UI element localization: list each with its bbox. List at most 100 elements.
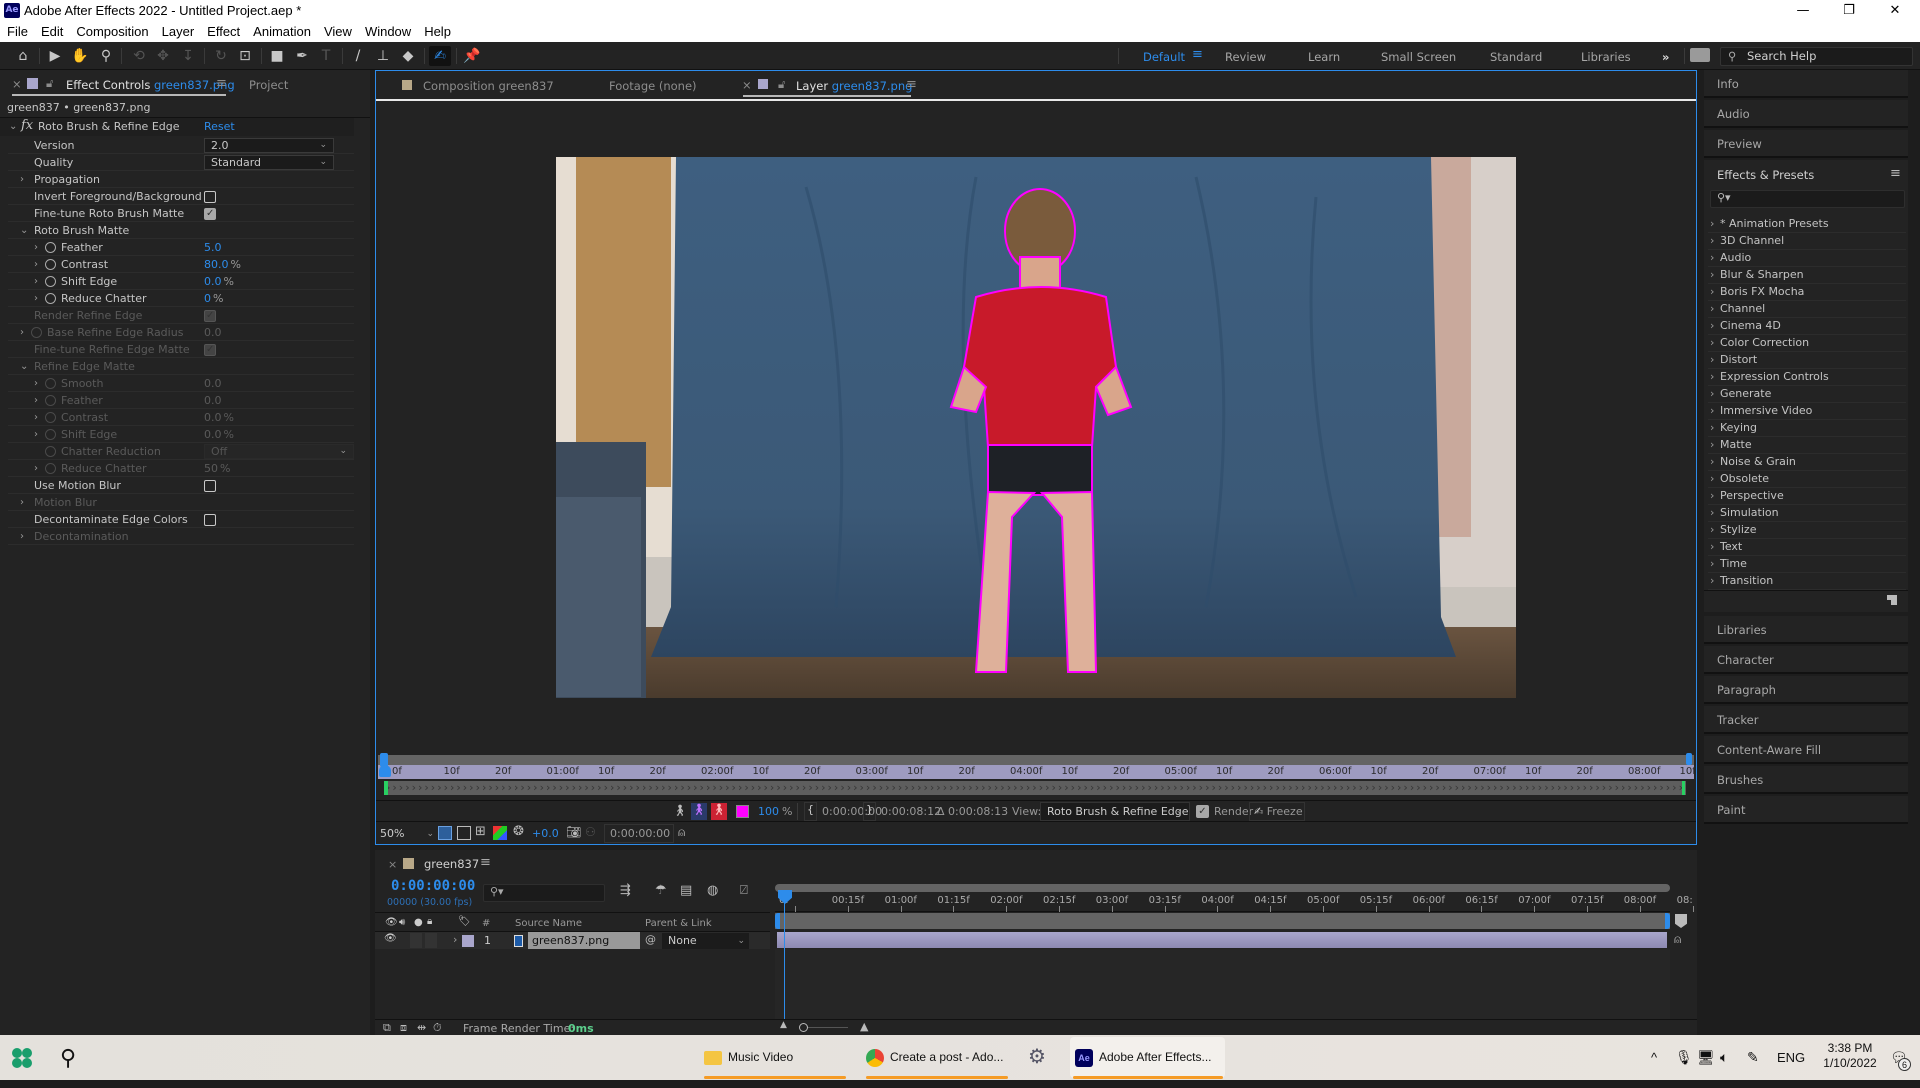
menu-window[interactable]: Window [358,22,417,39]
property-value[interactable]: 50% [204,460,230,477]
workspace-libraries[interactable]: Libraries [1581,50,1631,64]
close-tab-icon[interactable]: × [388,858,397,871]
tab-effect-controls[interactable]: Effect Controls green837.png [66,78,235,92]
value-number[interactable]: 0 [204,292,211,305]
property-row-invert-foreground-background[interactable]: Invert Foreground/Background [8,188,354,205]
menu-animation[interactable]: Animation [246,22,317,39]
property-row-use-motion-blur[interactable]: Use Motion Blur [8,477,354,494]
label-tag-icon[interactable]: 🏷︎ [458,916,471,927]
property-value[interactable]: 0.0 [204,392,222,409]
roto-brush-view-icon[interactable]: ⍝ [678,825,685,840]
layer-solo-toggle[interactable] [410,933,422,948]
taskbar-app-after-effects[interactable]: Ae Adobe After Effects... [1070,1037,1225,1079]
workspace-menu-icon[interactable]: ≡ [1192,47,1203,62]
value-number[interactable]: 80.0 [204,258,229,271]
maximize-button[interactable]: ❐ [1826,0,1872,22]
eraser-icon[interactable]: ◆ [397,46,419,66]
notifications-icon[interactable]: 💬︎ 6 [1890,1035,1911,1080]
layer-track-area[interactable] [775,949,1670,1019]
layer-lock-toggle[interactable] [425,933,437,948]
effects-category-item[interactable]: 3D Channel [1708,233,1906,250]
home-icon[interactable]: ⌂ [12,46,34,66]
comp-button-icon[interactable]: ⍝ [1674,932,1681,947]
effects-category-item[interactable]: Perspective [1708,488,1906,505]
current-time-field[interactable]: 0:00:00:00 [604,824,674,843]
reset-exposure-icon[interactable]: ❂ [513,824,524,839]
property-checkbox[interactable] [204,191,216,203]
dolly-icon[interactable]: ↧ [177,46,199,66]
rotation-tool-icon[interactable]: ↻ [210,46,232,66]
effects-category-item[interactable]: Audio [1708,250,1906,267]
effects-category-item[interactable]: Simulation [1708,505,1906,522]
effects-category-item[interactable]: Distort [1708,352,1906,369]
property-row-feather[interactable]: › Feather 5.0 [8,239,354,256]
property-dropdown[interactable]: Off ⌄ [204,444,354,459]
property-row-refine-edge-matte[interactable]: ⌄ Refine Edge Matte [8,358,354,375]
layer-row[interactable]: 👁︎ › 1 green837.png @ None ⌄ [375,931,770,949]
comp-marker-bin-icon[interactable] [1675,914,1687,928]
footage-frame[interactable] [556,157,1516,698]
panel-menu-icon[interactable]: ≡ [906,77,917,92]
workspace-standard[interactable]: Standard [1490,50,1542,64]
menu-effect[interactable]: Effect [200,22,246,39]
stopwatch-icon[interactable] [45,293,56,304]
property-value[interactable]: 0.0 [204,375,222,392]
stopwatch-icon[interactable] [45,242,56,253]
lock-switch-icon[interactable]: 🔒︎ [427,916,432,927]
timeline-search-input[interactable]: ⚲▾ [483,884,605,902]
stopwatch-icon[interactable] [45,429,56,440]
effects-category-item[interactable]: Matte [1708,437,1906,454]
stopwatch-icon[interactable] [45,395,56,406]
expand-arrow-icon[interactable]: › [34,426,38,443]
roto-brush-icon[interactable]: ✍ [429,46,451,66]
effects-category-item[interactable]: Expression Controls [1708,369,1906,386]
transfer-controls-icon[interactable]: ⧈ [400,1021,407,1035]
show-foreground-icon[interactable]: 🚶︎ [673,804,687,817]
stopwatch-icon[interactable] [45,463,56,474]
tab-footage[interactable]: Footage (none) [609,79,697,93]
reset-button[interactable]: Reset [204,120,235,133]
expand-arrow-icon[interactable]: › [20,171,24,188]
show-hidden-icons-chevron-icon[interactable]: ^ [1651,1035,1657,1080]
panel-content-aware-fill[interactable]: Content-Aware Fill [1704,736,1908,764]
panel-character[interactable]: Character [1704,646,1908,674]
effects-category-item[interactable]: Text [1708,539,1906,556]
effect-header[interactable]: ⌄ fx Roto Brush & Refine Edge Reset [0,118,354,136]
timeline-time-ruler[interactable]: 0f00:15f01:00f01:15f02:00f02:15f03:00f03… [775,892,1694,912]
pick-whip-icon[interactable]: @ [645,933,656,946]
anchor-point-icon[interactable]: ⊡ [234,46,256,66]
effects-category-item[interactable]: Blur & Sharpen [1708,267,1906,284]
microphone-icon[interactable]: 🎙︎ [1675,1035,1693,1080]
property-row-shift-edge[interactable]: › Shift Edge 0.0% [8,273,354,290]
snapshot-icon[interactable]: 📷︎ [566,825,581,839]
solo-switch-icon[interactable]: ● [414,917,423,928]
zoom-in-icon[interactable]: ▲ [860,1020,868,1033]
expand-arrow-icon[interactable]: › [20,528,24,545]
taskbar-app-file-explorer[interactable]: Music Video [704,1035,846,1080]
start-button[interactable] [11,1035,35,1080]
workspace-small-screen[interactable]: Small Screen [1381,50,1456,64]
property-row-propagation[interactable]: › Propagation [8,171,354,188]
volume-icon[interactable]: 🔈︎ [1720,1035,1728,1080]
lock-icon[interactable]: 🔓︎ [46,76,53,91]
expand-arrow-icon[interactable]: › [34,273,38,290]
value-number[interactable]: 0.0 [204,326,222,339]
effects-category-item[interactable]: Boris FX Mocha [1708,284,1906,301]
layer-name[interactable]: green837.png [528,932,640,949]
effects-category-item[interactable]: Cinema 4D [1708,318,1906,335]
pen-tool-icon[interactable]: ✒ [291,46,313,66]
base-frame-marker[interactable] [384,781,388,795]
effects-category-item[interactable]: * Animation Presets [1708,216,1906,233]
property-checkbox[interactable] [204,514,216,526]
hand-tool-icon[interactable]: ✋ [69,46,91,66]
overlay-opacity-value[interactable]: 100 [758,805,779,818]
panel-paint[interactable]: Paint [1704,796,1908,824]
expand-arrow-icon[interactable]: › [34,290,38,307]
mask-visibility-icon[interactable] [457,826,471,840]
property-row-feather[interactable]: › Feather 0.0 [8,392,354,409]
lock-icon[interactable]: 🔓︎ [778,77,785,92]
property-row-fine-tune-refine-edge-matte[interactable]: Fine-tune Refine Edge Matte [8,341,354,358]
menu-help[interactable]: Help [417,22,457,39]
effects-category-item[interactable]: Noise & Grain [1708,454,1906,471]
effects-category-item[interactable]: Stylize [1708,522,1906,539]
